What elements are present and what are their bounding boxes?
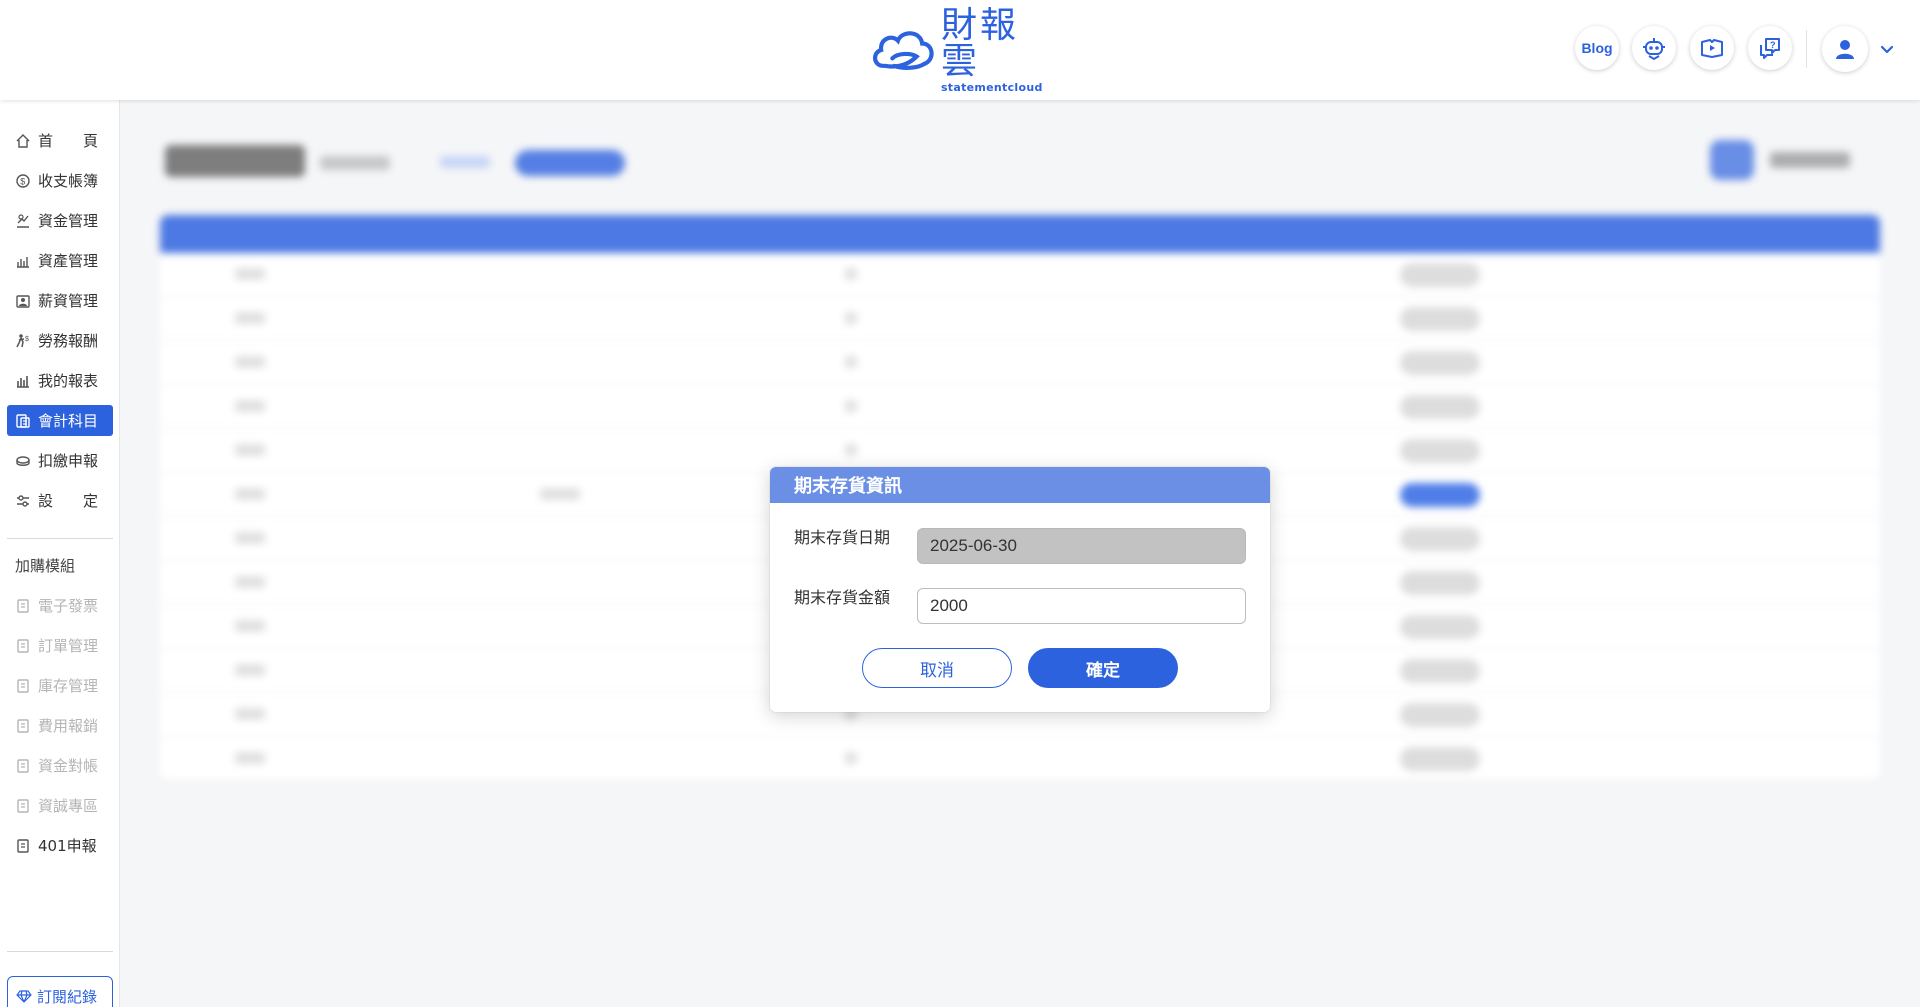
sidebar-item-label: 扣繳申報 — [38, 452, 99, 470]
blurred-table-row — [160, 297, 1880, 341]
user-avatar-icon — [1836, 40, 1854, 59]
logo-title: 財報雲 — [940, 4, 1019, 82]
sidebar-item-reconciliation[interactable]: 資金對帳 — [7, 750, 113, 781]
blog-button[interactable]: Blog — [1575, 26, 1619, 70]
header-divider — [1806, 30, 1807, 68]
sidebar-item-label: 電子發票 — [38, 597, 99, 615]
labor-icon: $ — [14, 332, 32, 350]
sidebar-item-labor[interactable]: $ 勞務報酬 — [7, 325, 113, 356]
settings-icon — [14, 492, 32, 510]
logo-subtitle: statementcloud — [940, 80, 1043, 94]
robot-assistant-icon — [1643, 38, 1665, 61]
sidebar-item-label: 401申報 — [38, 837, 97, 855]
sidebar-item-reports[interactable]: 我的報表 — [7, 365, 113, 396]
ending-inventory-amount-field[interactable] — [917, 588, 1246, 624]
sidebar: 首 頁 $ 收支帳簿 資金管理 資產管理 薪資管理 $ 勞務報酬 我的報表 會計… — [0, 100, 120, 1007]
chevron-down-icon — [1880, 45, 1894, 54]
module-icon — [14, 797, 32, 815]
module-icon — [14, 597, 32, 615]
accounts-icon — [14, 412, 32, 430]
sidebar-item-label: 薪資管理 — [38, 292, 99, 310]
blurred-table-header — [160, 215, 1880, 253]
sidebar-item-label: 訂單管理 — [38, 637, 99, 655]
sidebar-item-label: 資誠專區 — [38, 797, 99, 815]
addon-heading: 加購模組 — [15, 557, 76, 575]
sidebar-divider — [7, 538, 113, 539]
sidebar-item-assets[interactable]: 資產管理 — [7, 245, 113, 276]
ending-inventory-dialog: 期末存貨資訊 期末存貨日期 期末存貨金額 取消 確定 — [770, 467, 1270, 712]
blurred-table-row — [160, 341, 1880, 385]
video-tutorial-button[interactable] — [1690, 26, 1734, 70]
help-chat-icon: ? — [1760, 38, 1780, 59]
blurred-action-button — [1710, 140, 1754, 180]
withholding-icon — [14, 452, 32, 470]
diamond-icon — [16, 988, 32, 1004]
sidebar-item-ledger[interactable]: $ 收支帳簿 — [7, 165, 113, 196]
sidebar-item-withholding[interactable]: 扣繳申報 — [7, 445, 113, 476]
top-header: 財報雲 statementcloud Blog ? — [0, 0, 1920, 100]
report-icon — [14, 372, 32, 390]
blog-label: Blog — [1581, 40, 1613, 56]
module-icon — [14, 837, 32, 855]
help-chat-button[interactable]: ? — [1748, 26, 1792, 70]
module-icon — [14, 717, 32, 735]
blurred-table-row — [160, 385, 1880, 429]
user-avatar-button[interactable] — [1822, 26, 1868, 72]
sidebar-item-label: 資金管理 — [38, 212, 99, 230]
blurred-page-title — [165, 145, 305, 177]
video-tutorial-icon — [1701, 39, 1723, 58]
sidebar-item-orders[interactable]: 訂單管理 — [7, 630, 113, 661]
blurred-table-row — [160, 737, 1880, 781]
home-icon — [14, 132, 32, 150]
sidebar-item-expenses[interactable]: 費用報銷 — [7, 710, 113, 741]
sidebar-item-label: 資金對帳 — [38, 757, 99, 775]
module-icon — [14, 757, 32, 775]
sidebar-item-payroll[interactable]: 薪資管理 — [7, 285, 113, 316]
blurred-pill-button — [515, 150, 625, 176]
blurred-subtitle — [320, 156, 390, 170]
sidebar-item-401-filing[interactable]: 401申報 — [7, 830, 113, 861]
cloud-logo-icon — [873, 31, 934, 70]
sidebar-item-label: 首 頁 — [38, 132, 99, 150]
sidebar-item-home[interactable]: 首 頁 — [7, 125, 113, 156]
sidebar-item-funds[interactable]: 資金管理 — [7, 205, 113, 236]
sidebar-item-label: 費用報銷 — [38, 717, 99, 735]
svg-text:$: $ — [25, 336, 29, 343]
sidebar-item-settings[interactable]: 設 定 — [7, 485, 113, 516]
app-logo[interactable]: 財報雲 statementcloud — [870, 7, 1050, 93]
sidebar-item-label: 我的報表 — [38, 372, 99, 390]
ending-inventory-amount-label: 期末存貨金額 — [794, 588, 891, 607]
sidebar-item-inventory[interactable]: 庫存管理 — [7, 670, 113, 701]
blurred-table-row — [160, 253, 1880, 297]
account-menu-toggle[interactable] — [1876, 38, 1898, 60]
subscription-record-label: 訂閱紀錄 — [37, 987, 98, 1006]
funds-icon — [14, 212, 32, 230]
sidebar-item-label: 資產管理 — [38, 252, 99, 270]
dialog-title: 期末存貨資訊 — [770, 467, 1270, 503]
svg-text:?: ? — [1770, 40, 1776, 50]
blurred-link — [440, 156, 490, 168]
assets-icon — [14, 252, 32, 270]
confirm-button[interactable]: 確定 — [1028, 648, 1178, 688]
sidebar-item-label: 勞務報酬 — [38, 332, 99, 350]
sidebar-item-e-invoice[interactable]: 電子發票 — [7, 590, 113, 621]
sidebar-item-label: 收支帳簿 — [38, 172, 99, 190]
blurred-action-label — [1770, 152, 1850, 168]
svg-text:$: $ — [20, 176, 25, 186]
ending-inventory-date-field[interactable] — [917, 528, 1246, 564]
module-icon — [14, 677, 32, 695]
sidebar-item-label: 會計科目 — [38, 412, 99, 430]
sidebar-divider — [7, 951, 113, 952]
subscription-record-button[interactable]: 訂閱紀錄 — [7, 976, 113, 1007]
cancel-button[interactable]: 取消 — [862, 648, 1012, 688]
module-icon — [14, 637, 32, 655]
sidebar-item-label: 庫存管理 — [38, 677, 99, 695]
sidebar-item-label: 設 定 — [38, 492, 99, 510]
ledger-icon: $ — [14, 172, 32, 190]
sidebar-item-pwc-zone[interactable]: 資誠專區 — [7, 790, 113, 821]
ending-inventory-date-label: 期末存貨日期 — [794, 528, 891, 547]
payroll-icon — [14, 292, 32, 310]
sidebar-item-accounts[interactable]: 會計科目 — [7, 405, 113, 436]
ai-assistant-button[interactable] — [1632, 26, 1676, 70]
